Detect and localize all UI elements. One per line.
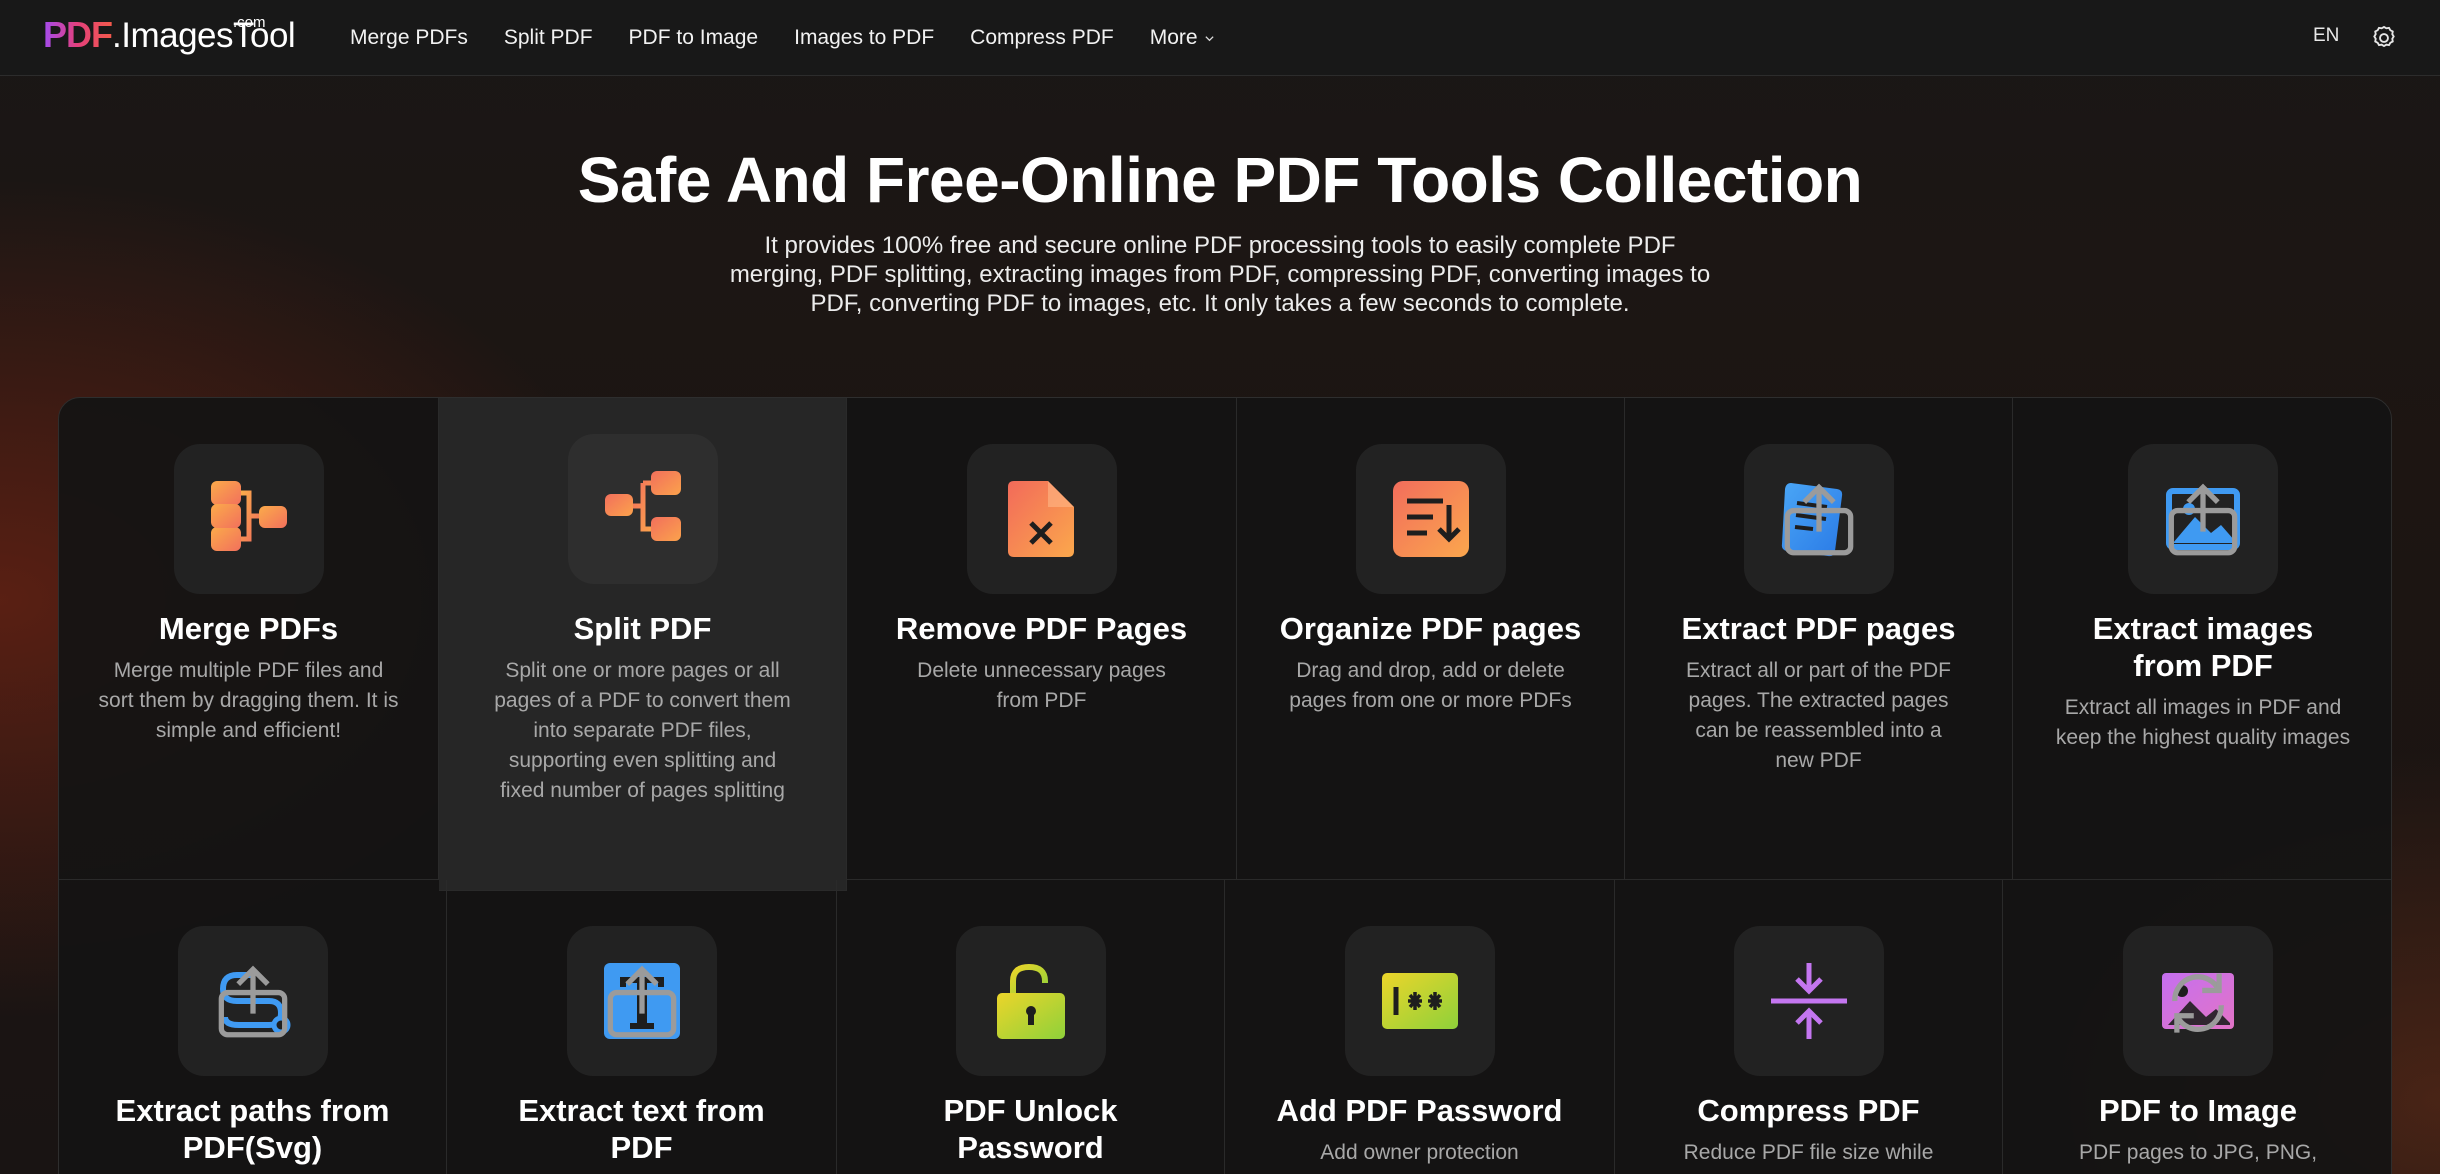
unlock-icon <box>996 963 1065 1039</box>
logo-pdf-text: PDF <box>43 14 113 55</box>
tool-icon-box <box>955 926 1106 1076</box>
tool-icon-box <box>1355 444 1506 594</box>
tool-icon-box <box>177 926 328 1076</box>
tool-card-remove-pdf-pages[interactable]: Remove PDF Pages Delete unnecessary page… <box>847 398 1237 880</box>
refresh-icon <box>2172 973 2224 1033</box>
tool-title: Extract images from PDF <box>2092 611 2314 683</box>
tool-title: Compress PDF <box>1697 1093 1920 1128</box>
merge-icon <box>210 481 287 551</box>
tool-card-pdf-to-image[interactable]: PDF to Image PDF pages to JPG, PNG, <box>2003 880 2391 1174</box>
tool-title: Organize PDF pages <box>1279 611 1582 646</box>
nav-more-dropdown[interactable]: More <box>1150 26 1215 50</box>
logo-name-text: .ImagesTool <box>112 16 296 55</box>
tool-card-compress-pdf[interactable]: Compress PDF Reduce PDF file size while <box>1615 880 2003 1174</box>
tool-description: Add owner protection <box>1320 1141 1519 1164</box>
tool-title: Add PDF Password <box>1276 1093 1563 1128</box>
tool-icon-box <box>173 444 324 594</box>
tool-icon-box <box>966 444 1117 594</box>
gear-icon[interactable] <box>2370 24 2398 52</box>
tool-title: PDF Unlock Password <box>943 1093 1118 1165</box>
main-nav: Merge PDFs Split PDF PDF to Image Images… <box>350 0 1215 76</box>
tool-title: Remove PDF Pages <box>895 611 1188 646</box>
tool-card-organize-pdf-pages[interactable]: Organize PDF pages Drag and drop, add or… <box>1237 398 1625 880</box>
password-icon <box>1381 973 1458 1029</box>
tool-icon-box <box>1733 926 1884 1076</box>
tool-icon-box <box>1344 926 1495 1076</box>
tool-icon-box <box>1743 444 1894 594</box>
tool-description: Delete unnecessary pages from PDF <box>917 659 1166 712</box>
tool-description: Split one or more pages or all pages of … <box>494 659 791 802</box>
tool-card-extract-paths[interactable]: Extract paths from PDF(Svg) <box>59 880 447 1174</box>
site-logo[interactable]: PDF .ImagesTool .com <box>43 14 296 62</box>
tool-icon-box <box>2123 926 2273 1076</box>
organize-icon <box>1392 481 1469 557</box>
nav-compress-pdf[interactable]: Compress PDF <box>970 26 1114 50</box>
top-navbar: PDF .ImagesTool .com Merge PDFs Split PDF… <box>0 0 2440 76</box>
nav-label: Split PDF <box>503 26 593 49</box>
share-icon <box>218 965 287 1038</box>
tool-description: PDF pages to JPG, PNG, <box>2078 1141 2318 1164</box>
tool-title: Extract text from PDF <box>518 1093 765 1165</box>
tool-description: Merge multiple PDF files and sort them b… <box>98 659 399 742</box>
split-icon <box>604 471 681 541</box>
tool-description: Drag and drop, add or delete pages from … <box>1289 659 1572 712</box>
nav-label: More <box>1149 26 1198 49</box>
tool-title: Extract PDF pages <box>1681 611 1956 646</box>
share-icon <box>607 965 676 1038</box>
tool-card-extract-images[interactable]: Extract images from PDF Extract all imag… <box>2013 398 2391 880</box>
share-icon <box>1784 483 1853 556</box>
tool-title: PDF to Image <box>2098 1093 2298 1128</box>
chevron-down-icon <box>1204 35 1214 41</box>
tools-grid: Merge PDFs Merge multiple PDF files and … <box>58 397 2392 1174</box>
tool-card-add-pdf-password[interactable]: Add PDF Password Add owner protection <box>1225 880 1615 1174</box>
tool-icon-box <box>567 434 718 584</box>
nav-label: Merge PDFs <box>350 26 468 49</box>
compress-icon <box>1770 963 1847 1039</box>
nav-pdf-to-image[interactable]: PDF to Image <box>629 26 759 50</box>
nav-label: Images to PDF <box>794 26 935 49</box>
tool-description: Extract all or part of the PDF pages. Th… <box>1686 659 1951 772</box>
page-title: Safe And Free-Online PDF Tools Collectio… <box>577 144 1863 216</box>
nav-split-pdf[interactable]: Split PDF <box>504 26 593 50</box>
logo-com-text: .com <box>233 14 266 31</box>
nav-label: Compress PDF <box>970 26 1114 49</box>
tool-card-pdf-unlock[interactable]: PDF Unlock Password <box>837 880 1225 1174</box>
page-subtitle: It provides 100% free and secure online … <box>729 232 1711 317</box>
tool-card-split-pdf[interactable]: Split PDF Split one or more pages or all… <box>439 398 847 891</box>
nav-merge-pdfs[interactable]: Merge PDFs <box>350 26 468 50</box>
tool-title: Merge PDFs <box>158 611 339 646</box>
language-selector[interactable]: EN <box>2313 25 2339 47</box>
tool-card-extract-pdf-pages[interactable]: Extract PDF pages Extract all or part of… <box>1625 398 2013 880</box>
tool-description: Extract all images in PDF and keep the h… <box>2055 696 2351 749</box>
tool-title: Split PDF <box>573 611 712 646</box>
tool-card-merge-pdfs[interactable]: Merge PDFs Merge multiple PDF files and … <box>59 398 439 880</box>
remove-page-icon <box>1007 481 1074 557</box>
tool-card-extract-text[interactable]: Extract text from PDF <box>447 880 837 1174</box>
tool-icon-box <box>566 926 717 1076</box>
share-icon <box>2168 483 2238 556</box>
nav-images-to-pdf[interactable]: Images to PDF <box>794 26 934 50</box>
tool-icon-box <box>2128 444 2278 594</box>
nav-label: PDF to Image <box>628 26 759 49</box>
tool-description: Reduce PDF file size while <box>1683 1141 1934 1164</box>
tool-title: Extract paths from PDF(Svg) <box>115 1093 390 1165</box>
